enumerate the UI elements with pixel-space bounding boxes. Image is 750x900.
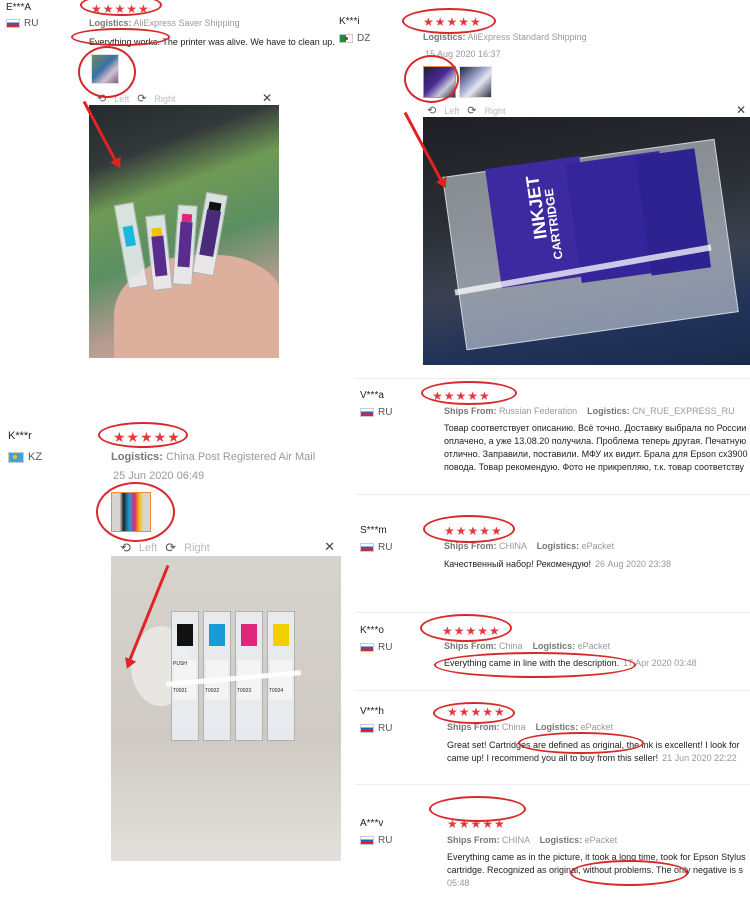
review-text: Качественный набор! Рекомендую! 26 Aug 20… [444, 559, 672, 569]
review-divider [355, 378, 750, 379]
rotate-right-button[interactable]: Right [184, 542, 210, 554]
review-date: 25 Jun 2020 06:49 [113, 470, 205, 482]
russia-flag-icon [360, 836, 374, 845]
review-text: Everything works. The printer was alive.… [89, 37, 335, 47]
reviewer-name: E***A [6, 2, 32, 13]
enlarged-review-photo [89, 105, 279, 358]
review-text: Everything came in line with the descrip… [444, 658, 697, 668]
shipping-info: Ships From: Russian Federation Logistics… [444, 406, 735, 416]
rotate-right-icon[interactable]: ⟳ [137, 92, 146, 105]
rotate-left-button[interactable]: Left [114, 94, 129, 104]
cartridge-label: PUSH [173, 661, 187, 667]
algeria-flag-icon [339, 34, 353, 43]
close-icon[interactable]: ✕ [736, 103, 746, 117]
star-rating: ★★★★★ [442, 624, 501, 638]
cartridge-code: T0921 [173, 688, 188, 694]
enlarged-review-photo: INKJET CARTRIDGE [423, 117, 750, 365]
star-rating: ★★★★★ [91, 2, 150, 16]
russia-flag-icon [360, 643, 374, 652]
reviewer-name: A***v [360, 818, 384, 829]
rotate-left-icon[interactable]: ⟲ [97, 92, 106, 105]
review-divider [355, 612, 750, 613]
russia-flag-icon [360, 724, 374, 733]
rotate-left-button[interactable]: Left [444, 106, 459, 116]
close-icon[interactable]: ✕ [262, 91, 272, 105]
reviewer-name: K***r [8, 430, 32, 442]
rotate-right-button[interactable]: Right [154, 94, 175, 104]
reviewer-country: RU [360, 723, 392, 734]
reviewer-country: RU [360, 642, 392, 653]
reviewer-name: K***i [339, 16, 360, 27]
reviewer-country: KZ [8, 451, 42, 463]
review-divider [355, 494, 750, 495]
reviewer-country: DZ [339, 33, 370, 44]
image-viewer-toolbar: ⟲ Left ⟳ Right ✕ [97, 91, 272, 105]
shipping-info: Ships From: CHINA Logistics: ePacket [447, 835, 618, 845]
review-photo-thumbnail[interactable] [423, 66, 456, 98]
reviewer-name: K***o [360, 625, 384, 636]
enlarged-review-photo: PUSH T0921 T0922 T0923 T0924 [111, 556, 341, 861]
star-rating: ★★★★★ [444, 524, 503, 538]
star-rating: ★★★★★ [113, 429, 181, 445]
cartridge-code: T0923 [237, 688, 252, 694]
logistics-info: Logistics: AliExpress Saver Shipping [89, 18, 240, 28]
review-divider [355, 784, 750, 785]
review-date: 15 Aug 2020 16:37 [425, 49, 501, 59]
logistics-info: Logistics: China Post Registered Air Mai… [111, 451, 316, 463]
reviewer-country: RU [360, 542, 392, 553]
star-rating: ★★★★★ [447, 705, 506, 719]
review-text: Everything came as in the picture, it to… [447, 852, 746, 889]
rotate-left-icon[interactable]: ⟲ [120, 540, 131, 556]
review-photo-thumbnail[interactable] [91, 54, 119, 84]
star-rating: ★★★★★ [432, 389, 491, 403]
star-rating: ★★★★★ [447, 817, 506, 831]
review-text: Great set! Cartridges are defined as ori… [447, 740, 740, 764]
image-viewer-toolbar: ⟲ Left ⟳ Right ✕ [427, 103, 750, 117]
reviewer-name: S***m [360, 525, 387, 536]
rotate-left-button[interactable]: Left [139, 542, 157, 554]
star-rating: ★★★★★ [423, 15, 482, 29]
shipping-info: Ships From: China Logistics: ePacket [447, 722, 614, 732]
russia-flag-icon [360, 543, 374, 552]
kazakhstan-flag-icon [8, 451, 24, 463]
review-divider [355, 690, 750, 691]
reviewer-name: V***h [360, 706, 384, 717]
shipping-info: Ships From: China Logistics: ePacket [444, 641, 611, 651]
russia-flag-icon [6, 19, 20, 28]
reviewer-country: RU [6, 18, 38, 29]
reviewer-country: RU [360, 835, 392, 846]
russia-flag-icon [360, 408, 374, 417]
cartridge-code: T0922 [205, 688, 220, 694]
reviewer-name: V***a [360, 390, 384, 401]
review-photo-thumbnail[interactable] [459, 66, 492, 98]
rotate-right-icon[interactable]: ⟳ [467, 104, 476, 117]
close-icon[interactable]: ✕ [324, 539, 335, 555]
rotate-left-icon[interactable]: ⟲ [427, 104, 436, 117]
rotate-right-icon[interactable]: ⟳ [165, 540, 176, 556]
image-viewer-toolbar: ⟲ Left ⟳ Right ✕ [120, 539, 335, 556]
review-text: Товар соответствует описанию. Всё точно.… [444, 423, 748, 473]
reviewer-country: RU [360, 407, 392, 418]
logistics-info: Logistics: AliExpress Standard Shipping [423, 32, 587, 42]
review-photo-thumbnail[interactable] [111, 492, 151, 532]
cartridge-code: T0924 [269, 688, 284, 694]
shipping-info: Ships From: CHINA Logistics: ePacket [444, 541, 615, 551]
rotate-right-button[interactable]: Right [484, 106, 505, 116]
